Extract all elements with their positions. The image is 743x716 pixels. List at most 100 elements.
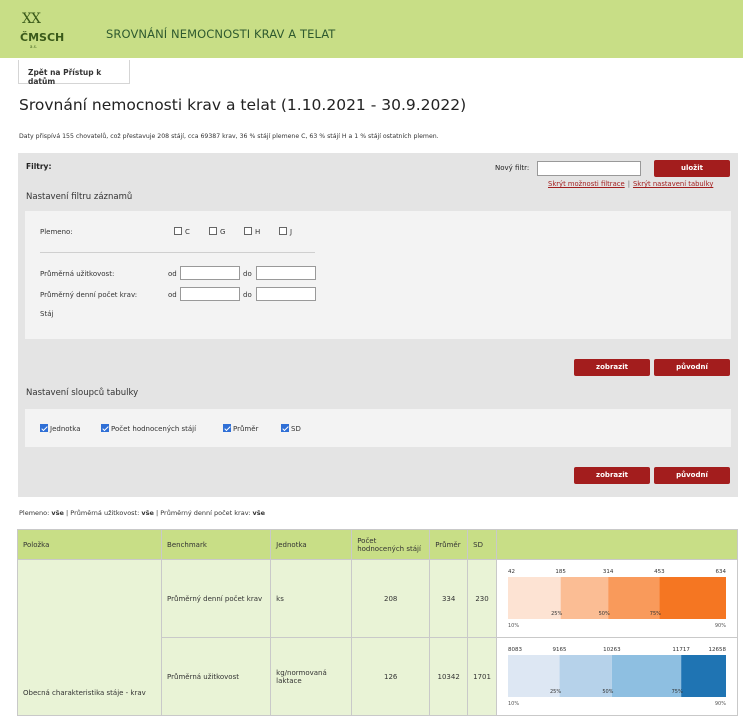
summary-yield-label: Průměrná užitkovost: [70,509,140,517]
count-cell: 126 [351,637,431,716]
percentile-rank-label: 10% [508,701,519,707]
percentile-chart-cell: 42 10% 185 25% 314 50% 453 75% 634 90% [495,559,739,638]
logo-sub: a.s. [30,44,38,49]
breed-checkbox-h[interactable] [244,227,252,235]
columns-settings-panel: Jednotka Počet hodnocených stájí Průměr … [25,409,731,447]
summary-separator: | [155,509,159,517]
summary-breed-value: vše [51,509,64,517]
mean-cell: 10342 [429,637,469,716]
percentile-value-label: 8083 [508,647,522,653]
avg-yield-to-input[interactable] [256,266,316,280]
back-to-data-access-tab[interactable]: Zpět na Přístup k datům [18,60,130,86]
percentile-value-label: 453 [654,569,665,575]
benchmark-table: Položka Benchmark Jednotka Počet hodnoce… [16,529,739,716]
benchmark-cell: Průměrný denní počet krav [161,559,272,638]
records-filter-panel: Plemeno: C G H J Průměrná užitkovost: od… [25,211,731,339]
percentile-rank-label: 25% [550,689,561,695]
breed-checkbox-c[interactable] [174,227,182,235]
avg-cows-to-input[interactable] [256,287,316,301]
logo-text: ČMSCH [20,31,65,44]
column-checkbox-mean[interactable] [223,424,231,432]
percentile-rank-label: 50% [599,611,610,617]
percentile-chart-cows: 42 10% 185 25% 314 50% 453 75% 634 90% [502,563,732,635]
summary-cows-label: Průměrný denní počet krav: [160,509,251,517]
breed-label-g: G [220,228,226,236]
column-label-sd: SD [291,425,301,433]
unit-cell: kg/normovaná laktace [270,637,353,716]
new-filter-input[interactable] [537,161,641,176]
header-unit: Jednotka [270,529,353,560]
avg-yield-to-label: do [243,270,252,278]
avg-yield-from-input[interactable] [180,266,240,280]
header-mean: Průměr [429,529,469,560]
percentile-value-label: 10263 [603,647,621,653]
hide-filter-options-link[interactable]: Skrýt možnosti filtrace [548,180,625,188]
header-sd: SD [467,529,497,560]
column-checkbox-sd[interactable] [281,424,289,432]
hide-table-settings-link[interactable]: Skrýt nastavení tabulky [633,180,713,188]
percentile-value-label: 634 [715,569,726,575]
percentile-value-label: 185 [555,569,566,575]
percentile-value-label: 42 [508,569,515,575]
percentile-segment [659,576,726,619]
column-label-mean: Průměr [233,425,259,433]
mean-cell: 334 [429,559,469,638]
breed-checkbox-j[interactable] [279,227,287,235]
percentile-rank-label: 25% [551,611,562,617]
summary-breed-label: Plemeno: [19,509,50,517]
save-filter-button[interactable]: uložit [654,160,730,177]
header-count: Počet hodnocených stájí [351,529,431,560]
percentile-rank-label: 90% [715,623,726,629]
column-checkbox-count[interactable] [101,424,109,432]
unit-cell: ks [270,559,353,638]
breed-label: Plemeno: [40,228,73,236]
avg-cows-from-input[interactable] [180,287,240,301]
summary-separator: | [66,509,69,517]
stable-label: Stáj [40,310,54,318]
filters-label: Filtry: [26,162,52,171]
new-filter-label: Nový filtr: [495,164,530,172]
applied-filter-summary: Plemeno: vše | Průměrná užitkovost: vše … [19,509,265,517]
avg-yield-from-label: od [168,270,177,278]
percentile-rank-label: 75% [672,689,683,695]
records-filter-title: Nastavení filtru záznamů [26,192,133,202]
app-title: SROVNÁNÍ NEMOCNOSTI KRAV A TELAT [106,27,336,41]
filter-divider [40,252,315,253]
avg-cows-label: Průměrný denní počet krav: [40,291,138,299]
breed-checkbox-g[interactable] [209,227,217,235]
breed-label-c: C [185,228,190,236]
benchmark-cell: Průměrná užitkovost [161,637,272,716]
summary-yield-value: vše [141,509,154,517]
percentile-rank-label: 90% [715,701,726,707]
page-title: Srovnání nemocnosti krav a telat (1.10.2… [19,96,467,114]
percentile-rank-label: 75% [650,611,661,617]
show-button-2[interactable]: zobrazit [574,467,650,484]
percentile-segment [681,654,726,697]
table-header-row: Položka Benchmark Jednotka Počet hodnoce… [16,529,739,560]
percentile-svg: 42 10% 185 25% 314 50% 453 75% 634 90% [507,569,726,629]
show-button[interactable]: zobrazit [574,359,650,376]
breed-label-h: H [255,228,261,236]
percentile-value-label: 9165 [553,647,567,653]
header-chart [495,529,739,560]
original-button[interactable]: původní [654,359,730,376]
sd-cell: 230 [467,559,497,638]
filter-links: Skrýt možnosti filtrace | Skrýt nastavení … [548,180,713,188]
link-separator: | [627,180,630,188]
percentile-value-label: 11717 [672,647,690,653]
breed-label-j: J [290,228,293,236]
percentile-rank-label: 50% [602,689,613,695]
percentile-chart-cell: 8083 10% 9165 25% 10263 50% 11717 75% 12658 90% [495,637,739,716]
column-label-unit: Jednotka [50,425,81,433]
cmsch-logo[interactable]: XX ČMSCH a.s. [18,12,68,52]
summary-cows-value: vše [252,509,265,517]
count-cell: 208 [351,559,431,638]
column-label-count: Počet hodnocených stájí [111,425,197,433]
app-header: XX ČMSCH a.s. SROVNÁNÍ NEMOCNOSTI KRAV A… [0,0,743,58]
group-label-cell: Obecná charakteristika stáje - krav [16,559,163,716]
original-button-2[interactable]: původní [654,467,730,484]
sd-cell: 1701 [467,637,497,716]
logo-mark: XX [22,11,41,27]
columns-settings-title: Nastavení sloupců tabulky [26,388,139,398]
column-checkbox-unit[interactable] [40,424,48,432]
